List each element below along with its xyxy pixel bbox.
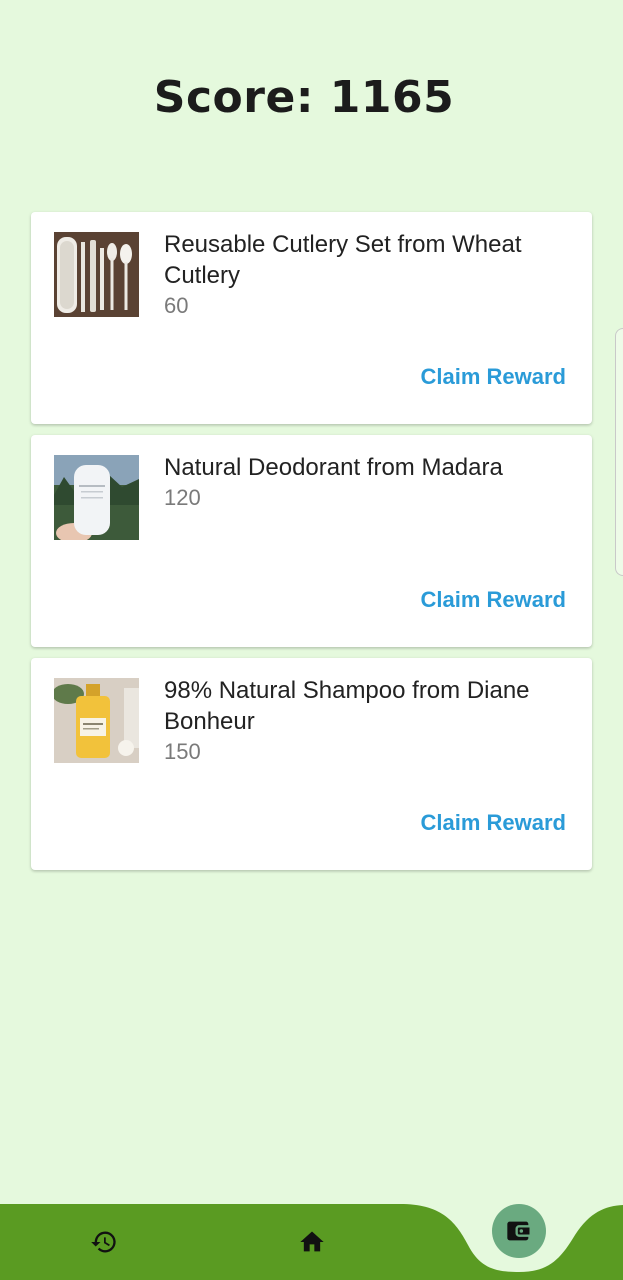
- wallet-icon: [507, 1221, 530, 1241]
- claim-reward-button[interactable]: Claim Reward: [421, 587, 567, 613]
- claim-reward-button[interactable]: Claim Reward: [421, 364, 567, 390]
- reward-card: 98% Natural Shampoo from Diane Bonheur 1…: [31, 658, 592, 870]
- side-drawer-handle[interactable]: [615, 328, 623, 576]
- reward-title-text: Reusable Cutlery Set from Wheat Cutlery: [164, 231, 522, 289]
- reward-title-text: 98% Natural Shampoo from Diane Bonheur: [164, 677, 530, 735]
- cutlery-set-image: [54, 232, 139, 317]
- home-tab[interactable]: [290, 1222, 334, 1262]
- reward-title: 98% Natural Shampoo from Diane Bonheur 1…: [164, 675, 574, 767]
- reward-title: Reusable Cutlery Set from Wheat Cutlery …: [164, 229, 574, 321]
- history-icon: [91, 1231, 116, 1253]
- reward-card: Natural Deodorant from Madara 120 Claim …: [31, 435, 592, 647]
- reward-card: Reusable Cutlery Set from Wheat Cutlery …: [31, 212, 592, 424]
- shampoo-image: [54, 678, 139, 763]
- claim-reward-button[interactable]: Claim Reward: [421, 810, 567, 836]
- history-tab[interactable]: [82, 1222, 126, 1262]
- reward-cost: 120: [164, 485, 201, 510]
- reward-cost: 60: [164, 293, 189, 318]
- home-icon: [300, 1231, 324, 1252]
- reward-title: Natural Deodorant from Madara 120: [164, 452, 574, 513]
- reward-cost: 150: [164, 739, 201, 764]
- deodorant-image: [54, 455, 139, 540]
- reward-title-text: Natural Deodorant from Madara: [164, 454, 503, 481]
- wallet-tab[interactable]: [492, 1204, 546, 1258]
- score-display: Score: 1165: [153, 72, 455, 123]
